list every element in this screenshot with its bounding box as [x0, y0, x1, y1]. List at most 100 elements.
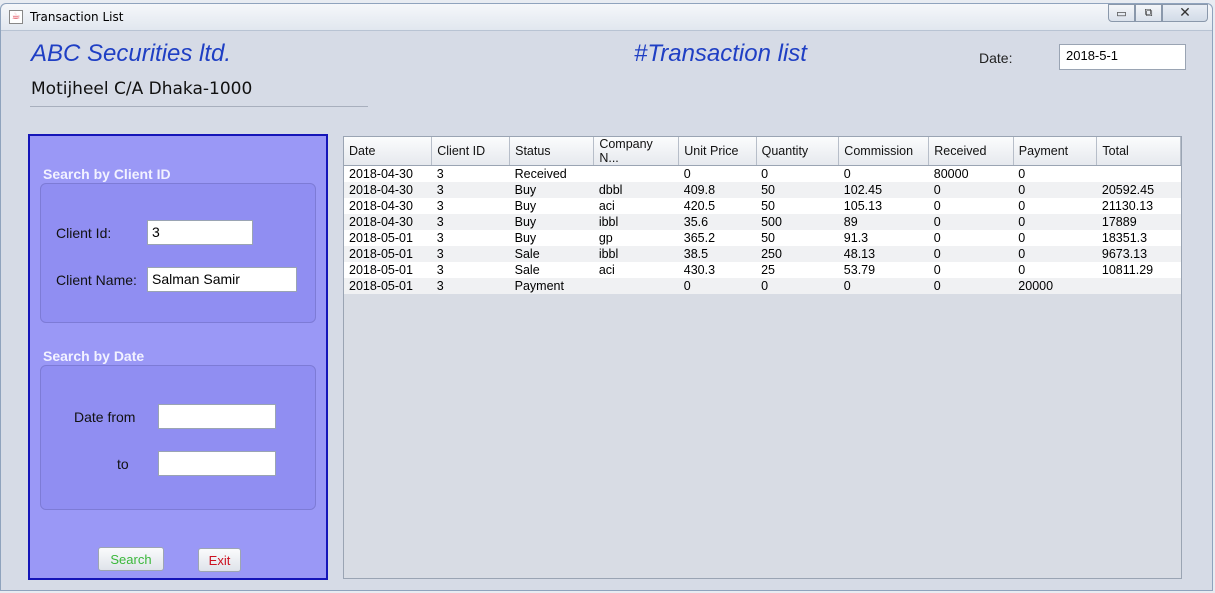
table-cell: 0: [1013, 214, 1097, 230]
search-panel: Search by Client ID Client Id: 3 Client …: [28, 134, 328, 580]
date-from-label: Date from: [74, 409, 136, 425]
table-cell: 48.13: [838, 246, 929, 262]
transaction-list-window: ☕ Transaction List ▭ ⧉ ✕ ABC Securities …: [0, 3, 1213, 591]
table-cell: 20000: [1013, 278, 1097, 294]
table-header-row: Date Client ID Status Company N... Unit Pric…: [344, 137, 1181, 166]
exit-button[interactable]: Exit: [198, 548, 241, 572]
table-cell: 2018-04-30: [344, 198, 432, 214]
window-controls: ▭ ⧉ ✕: [1108, 4, 1208, 22]
column-header[interactable]: Quantity: [756, 137, 840, 166]
table-cell: 2018-04-30: [344, 165, 432, 182]
close-button[interactable]: ✕: [1162, 4, 1208, 22]
table-cell: 0: [756, 278, 839, 294]
column-header[interactable]: Unit Price: [678, 137, 757, 166]
table-cell: 3: [431, 246, 510, 262]
table-cell: 0: [838, 165, 929, 182]
minimize-button[interactable]: ▭: [1108, 4, 1135, 22]
table-row[interactable]: 2018-05-01 3 Payment 0 0 0 0 20000: [344, 278, 1181, 294]
table-cell: ibbl: [593, 246, 679, 262]
table-cell: Received: [509, 165, 594, 182]
table-cell: 2018-05-01: [344, 230, 432, 246]
table-cell: dbbl: [593, 182, 679, 198]
table-cell: Buy: [509, 214, 594, 230]
page-title: #Transaction list: [634, 40, 807, 67]
column-header[interactable]: Company N...: [593, 137, 680, 166]
table-cell: 18351.3: [1096, 230, 1181, 246]
title-bar[interactable]: ☕ Transaction List ▭ ⧉ ✕: [1, 4, 1212, 31]
table-cell: 0: [756, 165, 839, 182]
java-app-icon: ☕: [9, 10, 23, 24]
column-header[interactable]: Commission: [838, 137, 930, 166]
table-cell: 53.79: [838, 262, 929, 278]
column-header[interactable]: Client ID: [431, 137, 511, 166]
table-row[interactable]: 2018-05-01 3 Sale ibbl 38.5 250 48.13 0 0 9673.13: [344, 246, 1181, 262]
table-cell: 2018-05-01: [344, 278, 432, 294]
column-header[interactable]: Status: [509, 137, 595, 166]
table-row[interactable]: 2018-04-30 3 Received 0 0 0 80000 0: [344, 165, 1181, 182]
table-cell: 0: [1013, 182, 1097, 198]
table-cell: 0: [928, 230, 1014, 246]
search-by-date-title: Search by Date: [43, 348, 145, 364]
table-cell: 0: [1013, 262, 1097, 278]
date-label: Date:: [979, 50, 1013, 66]
header-divider: [30, 106, 368, 107]
table-row[interactable]: 2018-05-01 3 Sale aci 430.3 25 53.79 0 0 10811.29: [344, 262, 1181, 278]
search-by-client-group: Client Id: 3 Client Name: Salman Samir: [40, 183, 316, 323]
table-cell: Buy: [509, 198, 594, 214]
table-cell: Payment: [509, 278, 594, 294]
table-cell: 0: [928, 278, 1014, 294]
client-name-input[interactable]: Salman Samir: [147, 267, 297, 292]
table-cell: 91.3: [838, 230, 929, 246]
table-cell: aci: [593, 262, 679, 278]
table-cell: 0: [928, 198, 1014, 214]
table-row[interactable]: 2018-04-30 3 Buy dbbl 409.8 50 102.45 0 0 20592.4…: [344, 182, 1181, 198]
table-cell: 3: [431, 214, 510, 230]
table-cell: 50: [756, 230, 839, 246]
date-from-input[interactable]: [158, 404, 276, 429]
table-cell: Sale: [509, 262, 594, 278]
table-cell: 50: [756, 182, 839, 198]
table-cell: 500: [756, 214, 839, 230]
table-cell: 0: [928, 246, 1014, 262]
date-to-input[interactable]: [158, 451, 276, 476]
table-cell: 3: [431, 262, 510, 278]
table-cell: 80000: [928, 165, 1014, 182]
table-cell: aci: [593, 198, 679, 214]
table-cell: 3: [431, 182, 510, 198]
table-cell: 105.13: [838, 198, 929, 214]
table-cell: 2018-04-30: [344, 214, 432, 230]
table-cell: 0: [1013, 230, 1097, 246]
column-header[interactable]: Date: [344, 137, 433, 166]
search-button[interactable]: Search: [98, 547, 164, 571]
table-cell: 430.3: [678, 262, 757, 278]
table-cell: [1096, 278, 1181, 294]
table-cell: 409.8: [678, 182, 757, 198]
transaction-table-scrollpane[interactable]: Date Client ID Status Company N... Unit Pric…: [343, 136, 1182, 579]
table-cell: 0: [928, 214, 1014, 230]
client-name-label: Client Name:: [56, 272, 137, 288]
column-header[interactable]: Total: [1096, 137, 1181, 166]
table-cell: 420.5: [678, 198, 757, 214]
restore-button[interactable]: ⧉: [1135, 4, 1162, 22]
table-cell: Sale: [509, 246, 594, 262]
table-cell: 2018-04-30: [344, 182, 432, 198]
table-cell: 38.5: [678, 246, 757, 262]
table-cell: 3: [431, 198, 510, 214]
column-header[interactable]: Received: [928, 137, 1014, 166]
table-cell: [593, 165, 679, 182]
table-row[interactable]: 2018-05-01 3 Buy gp 365.2 50 91.3 0 0 18351.3: [344, 230, 1181, 246]
table-cell: 0: [928, 262, 1014, 278]
table-cell: 0: [678, 165, 757, 182]
window-title: Transaction List: [30, 10, 124, 24]
table-cell: [1096, 165, 1181, 182]
table-body: 2018-04-30 3 Received 0 0 0 80000 0 2018-04-30 3 B…: [344, 165, 1181, 294]
table-cell: 25: [756, 262, 839, 278]
column-header[interactable]: Payment: [1013, 137, 1098, 166]
table-row[interactable]: 2018-04-30 3 Buy aci 420.5 50 105.13 0 0 21130.13: [344, 198, 1181, 214]
table-cell: 365.2: [678, 230, 757, 246]
company-name: ABC Securities ltd.: [31, 40, 232, 67]
client-id-input[interactable]: 3: [147, 220, 253, 245]
table-row[interactable]: 2018-04-30 3 Buy ibbl 35.6 500 89 0 0 17889: [344, 214, 1181, 230]
table-cell: gp: [593, 230, 679, 246]
date-field[interactable]: 2018-5-1: [1059, 44, 1186, 70]
